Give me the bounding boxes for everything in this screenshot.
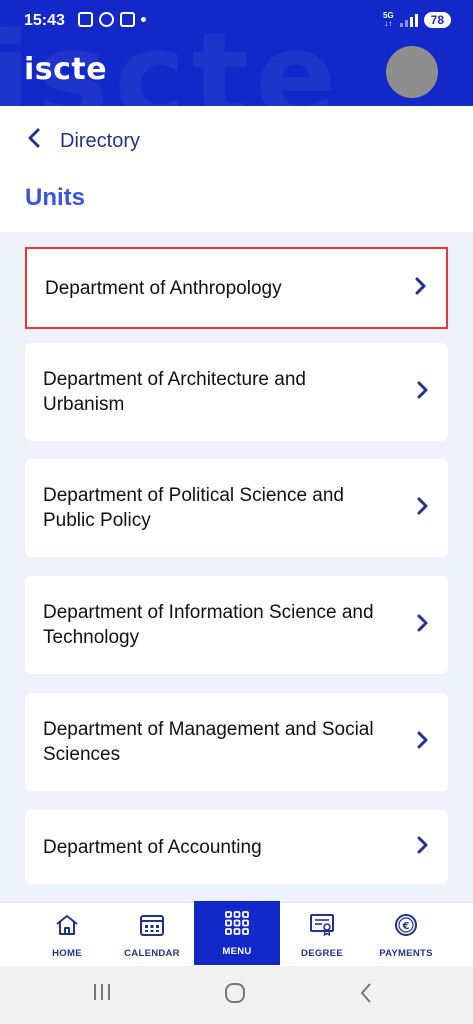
- nav-degree-label: DEGREE: [301, 948, 343, 959]
- status-right: 5G ↓↑ 78: [383, 12, 451, 28]
- system-nav-bar: [0, 966, 473, 1024]
- page-title: Units: [25, 184, 85, 211]
- nav-home-label: HOME: [52, 948, 82, 959]
- battery-indicator: 78: [423, 12, 451, 28]
- unit-item[interactable]: Department of Anthropology: [25, 247, 448, 329]
- status-bar: 15:43 5G ↓↑ 78: [0, 0, 473, 42]
- chevron-left-icon: [24, 128, 44, 154]
- unit-label: Department of Information Science and Te…: [43, 602, 374, 648]
- chevron-right-icon: [416, 612, 428, 638]
- nav-calendar-label: CALENDAR: [124, 948, 180, 959]
- page-header: Directory Units: [0, 106, 473, 232]
- unit-item[interactable]: Department of Management and Social Scie…: [25, 693, 448, 791]
- chevron-right-icon: [416, 495, 428, 521]
- svg-text:€: €: [402, 921, 410, 932]
- more-notifications-icon: [141, 17, 146, 22]
- unit-item[interactable]: Department of Political Science and Publ…: [25, 459, 448, 557]
- nav-calendar[interactable]: CALENDAR: [109, 903, 195, 967]
- nav-degree[interactable]: DEGREE: [279, 903, 365, 967]
- unit-label: Department of Political Science and Publ…: [43, 485, 344, 531]
- gmail-notification-icon: [120, 12, 135, 27]
- network-type: 5G ↓↑: [382, 11, 394, 28]
- back-chevron-icon[interactable]: [358, 982, 374, 1010]
- nav-home[interactable]: HOME: [24, 903, 110, 967]
- chevron-right-icon: [416, 379, 428, 405]
- home-circle-icon[interactable]: [224, 982, 246, 1010]
- calendar-icon: [140, 915, 164, 936]
- chevron-right-icon: [416, 834, 428, 860]
- chevron-right-icon: [416, 729, 428, 755]
- home-icon: [56, 915, 78, 935]
- unit-item[interactable]: Department of Information Science and Te…: [25, 576, 448, 674]
- iscte-logo: iscte: [24, 52, 108, 87]
- nav-payments-label: PAYMENTS: [379, 948, 433, 959]
- unit-label: Department of Anthropology: [45, 277, 282, 299]
- euro-coin-icon: €: [395, 914, 417, 936]
- app-header: iscte 15:43 5G ↓↑ 78 iscte: [0, 0, 473, 106]
- back-label: Directory: [60, 129, 141, 152]
- nav-menu[interactable]: MENU: [194, 901, 280, 965]
- unit-label: Department of Management and Social Scie…: [43, 719, 374, 765]
- unit-label: Department of Architecture and Urbanism: [43, 369, 306, 415]
- signal-icon: [399, 13, 418, 27]
- whatsapp-notification-icon: [99, 12, 114, 27]
- back-button[interactable]: Directory: [24, 128, 140, 154]
- unit-item[interactable]: Department of Accounting: [25, 810, 448, 884]
- bottom-nav: HOME CALENDAR MENU DEGREE € PAYMENTS: [0, 901, 473, 967]
- nav-payments[interactable]: € PAYMENTS: [363, 903, 449, 967]
- chevron-right-icon: [414, 275, 426, 301]
- nav-menu-label: MENU: [222, 946, 252, 957]
- unit-item[interactable]: Department of Architecture and Urbanism: [25, 343, 448, 441]
- certificate-icon: [310, 914, 334, 937]
- status-time: 15:43: [24, 12, 65, 29]
- gallery-notification-icon: [78, 12, 93, 27]
- recents-icon[interactable]: [92, 982, 112, 1008]
- user-avatar[interactable]: [386, 46, 438, 98]
- unit-label: Department of Accounting: [43, 836, 262, 858]
- notification-icons: [78, 12, 146, 27]
- grid-menu-icon: [225, 911, 249, 935]
